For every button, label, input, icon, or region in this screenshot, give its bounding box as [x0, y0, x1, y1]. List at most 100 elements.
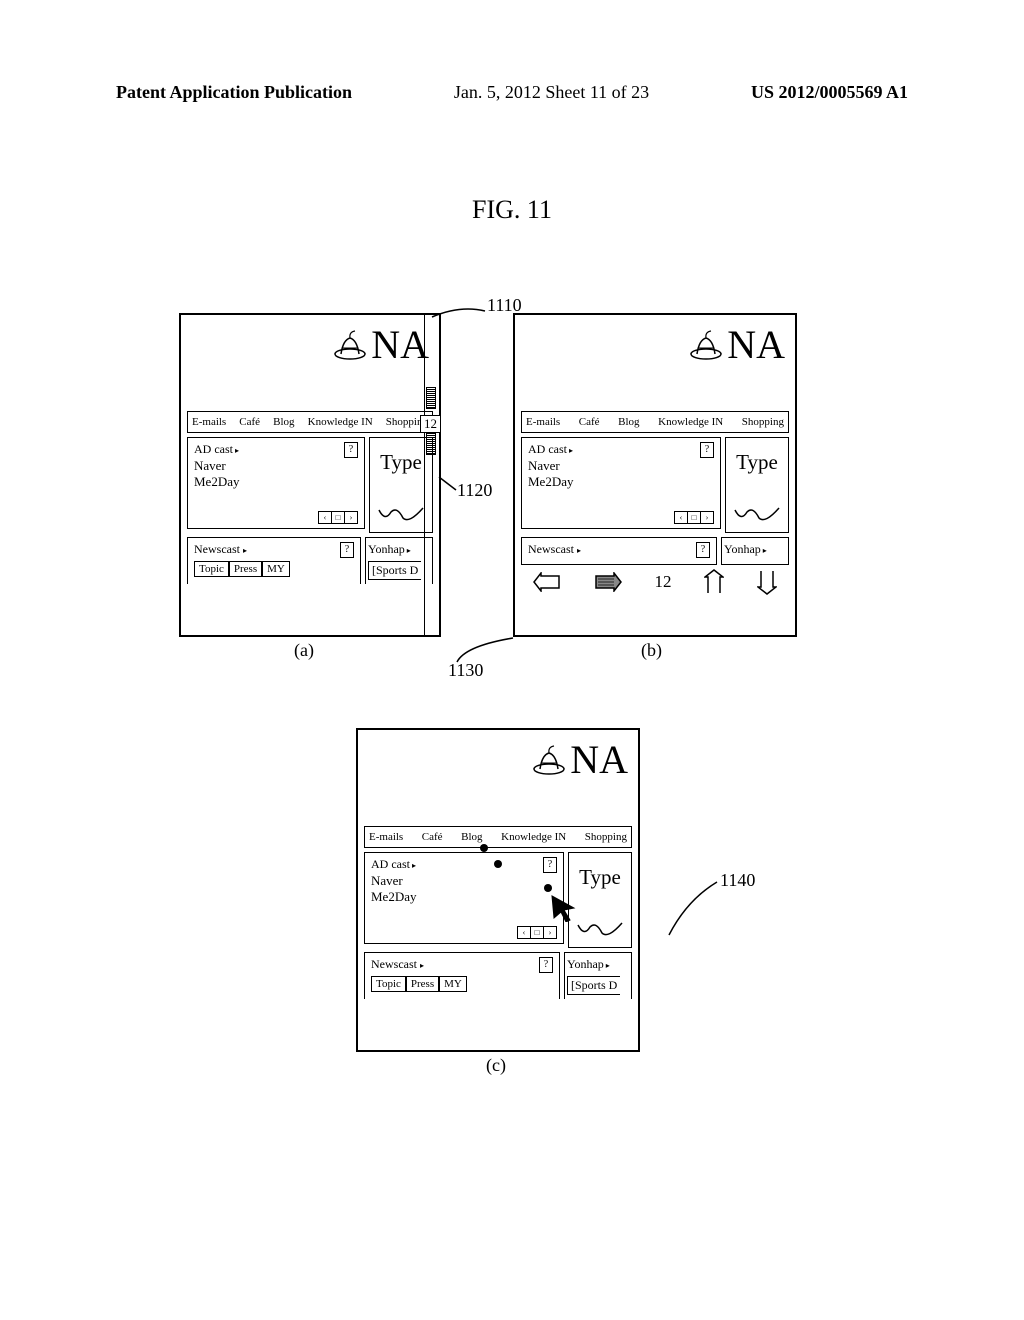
pager[interactable]: ‹ □ › [318, 511, 358, 524]
nav-item[interactable]: Shopping [585, 831, 627, 843]
help-icon[interactable]: ? [340, 542, 354, 558]
logo-row: NA [515, 315, 795, 375]
ad-title: AD cast▸ [371, 857, 557, 872]
nav-item[interactable]: Blog [618, 416, 639, 428]
scrollbar[interactable] [424, 315, 437, 635]
squiggle-icon [576, 919, 624, 941]
type-label: Type [736, 450, 778, 474]
tab-topic[interactable]: Topic [371, 976, 406, 992]
nav-row: E-mails Café Blog Knowledge IN Shopping [364, 826, 632, 848]
arrow-down-icon[interactable] [757, 569, 777, 595]
caption-c: (c) [486, 1055, 506, 1076]
leader-1140 [667, 880, 722, 940]
arrow-left-icon[interactable] [533, 572, 561, 592]
ad-text2: Me2Day [528, 475, 714, 489]
leader-1130 [455, 636, 515, 666]
logo-hat-icon [532, 743, 566, 777]
squiggle-icon [377, 504, 425, 526]
ad-text2: Me2Day [194, 475, 358, 489]
trail-dot [494, 860, 502, 868]
ad-box: AD cast▸ ? Naver Me2Day ‹ □ › [187, 437, 365, 529]
nav-row: E-mails Café Blog Knowledge IN Shopping [521, 411, 789, 433]
nav-item[interactable]: Knowledge IN [501, 831, 566, 843]
logo-hat-icon [689, 328, 723, 362]
nav-item[interactable]: Knowledge IN [308, 416, 373, 428]
nav-item[interactable]: Knowledge IN [658, 416, 723, 428]
news-row: Newscast▸ ? Topic Press MY Yonhap▸ [Spor… [187, 537, 433, 584]
squiggle-icon [733, 504, 781, 526]
sports-label: [Sports D [368, 561, 421, 580]
figure-title: FIG. 11 [0, 195, 1024, 225]
nav-item[interactable]: Café [239, 416, 260, 428]
ad-text1: Naver [371, 874, 557, 888]
help-icon[interactable]: ? [700, 442, 714, 458]
logo-row: NA [358, 730, 638, 790]
panel-c: NA E-mails Café Blog Knowledge IN Shoppi… [356, 728, 640, 1052]
panel-a: NA E-mails Café Blog Knowledge IN Shoppi… [179, 313, 441, 637]
logo: NA [333, 321, 429, 368]
logo-text: NA [570, 736, 628, 783]
logo: NA [689, 321, 785, 368]
arrow-right-icon[interactable] [594, 572, 622, 592]
nav-item[interactable]: E-mails [192, 416, 226, 428]
sports-label: [Sports D [567, 976, 620, 995]
logo-hat-icon [333, 328, 367, 362]
arrow-up-icon[interactable] [704, 569, 724, 595]
header-center: Jan. 5, 2012 Sheet 11 of 23 [454, 82, 649, 103]
header-left: Patent Application Publication [116, 82, 352, 103]
cursor-icon [550, 894, 578, 922]
news-right: Yonhap▸ [721, 537, 789, 565]
ad-title: AD cast▸ [194, 442, 358, 457]
logo-row: NA [181, 315, 439, 375]
mid-row: AD cast▸ ? Naver Me2Day ‹ □ › Type [187, 437, 433, 533]
news-row: Newscast▸ ? Yonhap▸ [521, 537, 789, 565]
help-icon[interactable]: ? [543, 857, 557, 873]
nav-item[interactable]: Shopping [742, 416, 784, 428]
caption-b: (b) [641, 640, 662, 661]
nav-item[interactable]: Café [422, 831, 443, 843]
ad-text1: Naver [528, 459, 714, 473]
tab-my[interactable]: MY [262, 561, 290, 577]
topic-row: Topic Press MY [194, 561, 354, 577]
panel-b: NA E-mails Café Blog Knowledge IN Shoppi… [513, 313, 797, 637]
nav-item[interactable]: E-mails [369, 831, 403, 843]
ref-1140: 1140 [720, 870, 755, 891]
tab-topic[interactable]: Topic [194, 561, 229, 577]
tab-press[interactable]: Press [229, 561, 262, 577]
scroll-position: 12 [420, 415, 441, 433]
type-label: Type [380, 450, 422, 474]
nav-item[interactable]: Café [579, 416, 600, 428]
logo-text: NA [371, 321, 429, 368]
ad-box: AD cast▸ ? Naver Me2Day ‹ □ › [364, 852, 564, 944]
logo-text: NA [727, 321, 785, 368]
news-right: Yonhap▸ [Sports D [564, 952, 632, 999]
help-icon[interactable]: ? [696, 542, 710, 558]
news-left: Newscast▸ ? Topic Press MY [187, 537, 361, 584]
header-right: US 2012/0005569 A1 [751, 82, 908, 103]
type-label: Type [579, 865, 621, 889]
trail-dot [544, 884, 552, 892]
nav-item[interactable]: Blog [273, 416, 294, 428]
news-row: Newscast▸ ? Topic Press MY Yonhap▸ [Spor… [364, 952, 632, 999]
ad-text1: Naver [194, 459, 358, 473]
page-number: 12 [654, 572, 671, 592]
topic-row: Topic Press MY [371, 976, 553, 992]
help-icon[interactable]: ? [344, 442, 358, 458]
pager[interactable]: ‹ □ › [517, 926, 557, 939]
mid-row: AD cast▸ ? Naver Me2Day ‹ □ › Type [521, 437, 789, 533]
tab-press[interactable]: Press [406, 976, 439, 992]
tab-my[interactable]: MY [439, 976, 467, 992]
help-icon[interactable]: ? [539, 957, 553, 973]
news-right: Yonhap▸ [Sports D [365, 537, 433, 584]
nav-item[interactable]: Blog [461, 831, 482, 843]
nav-row: E-mails Café Blog Knowledge IN Shopping [187, 411, 433, 433]
nav-item[interactable]: E-mails [526, 416, 560, 428]
ad-text2: Me2Day [371, 890, 557, 904]
ref-1120: 1120 [457, 480, 492, 501]
control-bar: 12 [515, 565, 795, 599]
news-left: Newscast▸ ? Topic Press MY [364, 952, 560, 999]
ad-title: AD cast▸ [528, 442, 714, 457]
ad-box: AD cast▸ ? Naver Me2Day ‹ □ › [521, 437, 721, 529]
caption-a: (a) [294, 640, 314, 661]
pager[interactable]: ‹ □ › [674, 511, 714, 524]
